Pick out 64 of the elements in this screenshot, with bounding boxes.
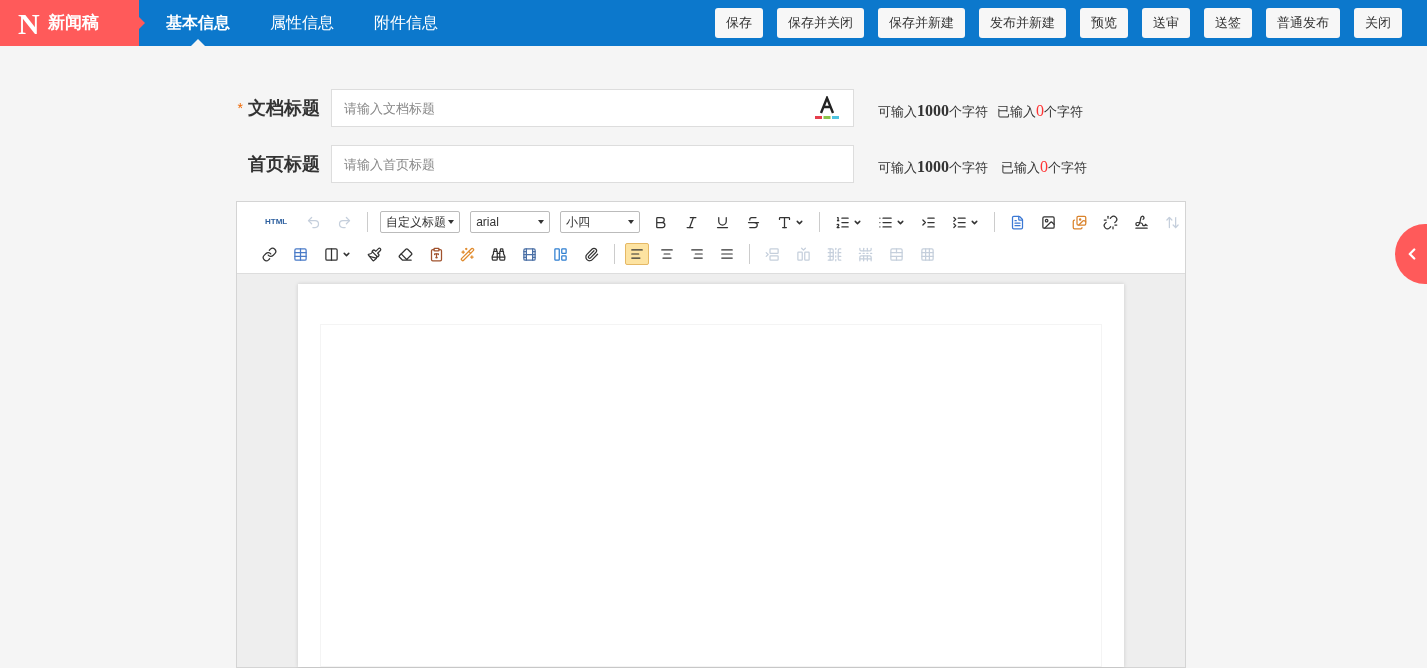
action-button[interactable]: 送签	[1204, 8, 1252, 38]
action-button[interactable]: 保存	[715, 8, 763, 38]
undo-icon	[306, 214, 322, 230]
link-icon	[262, 246, 277, 262]
title-input[interactable]: 请输入文档标题	[331, 89, 854, 127]
dropdown-select[interactable]: arial	[470, 211, 551, 233]
action-button[interactable]: 预览	[1080, 8, 1128, 38]
eraser-icon	[398, 246, 413, 262]
redo-icon	[337, 214, 353, 230]
gallery-icon	[1072, 214, 1087, 230]
char-count-hint: 已输入0个字符	[1001, 157, 1087, 177]
action-button[interactable]: 送审	[1142, 8, 1190, 38]
logo-letter: N	[18, 5, 40, 42]
caret-icon	[538, 220, 545, 224]
field-label: 文档标题	[248, 96, 320, 120]
action-button[interactable]: 普通发布	[1266, 8, 1340, 38]
unlink-icon	[1103, 214, 1118, 230]
caret-icon	[448, 220, 455, 224]
signature-icon	[1134, 214, 1149, 230]
binoculars-icon	[491, 246, 506, 262]
field-label: 首页标题	[248, 152, 320, 176]
image-icon	[1041, 214, 1056, 230]
ordered-list-icon	[835, 214, 850, 230]
letter-color-icon	[814, 96, 840, 120]
action-button[interactable]: 保存并关闭	[777, 8, 864, 38]
html-source-button[interactable]: HTML	[257, 210, 296, 234]
caret-icon	[628, 220, 635, 224]
align-center-icon	[660, 247, 674, 261]
format-painter-icon	[367, 246, 382, 262]
strikethrough-icon	[746, 214, 762, 230]
attachment-icon	[584, 246, 599, 262]
tab[interactable]: 基本信息	[166, 0, 230, 46]
page-icon	[1010, 214, 1025, 230]
align-right-icon	[690, 247, 704, 261]
insert-column-icon	[796, 246, 811, 262]
required-mark: *	[237, 98, 243, 118]
action-button[interactable]: 保存并新建	[878, 8, 965, 38]
app-title: 新闻稿	[47, 12, 99, 35]
magic-wand-icon	[460, 246, 475, 262]
film-icon	[522, 246, 537, 262]
font-color-picker[interactable]	[814, 96, 840, 120]
tab[interactable]: 属性信息	[270, 0, 334, 46]
char-limit-hint: 可输入1000个字符	[878, 101, 988, 121]
underline-icon	[715, 214, 731, 230]
template-icon	[553, 246, 568, 262]
char-count-hint: 已输入0个字符	[997, 101, 1083, 121]
bullet-list-icon	[878, 214, 893, 230]
action-button[interactable]: 关闭	[1354, 8, 1402, 38]
align-left-icon	[630, 247, 644, 261]
action-button[interactable]: 发布并新建	[979, 8, 1066, 38]
char-limit-hint: 可输入1000个字符	[878, 157, 988, 177]
font-color-icon	[777, 214, 793, 230]
indent-icon	[921, 214, 936, 230]
insert-row-icon	[765, 246, 780, 262]
paste-text-icon	[429, 246, 444, 262]
dropdown-select[interactable]: 小四	[560, 211, 641, 233]
grid-icon	[920, 246, 935, 262]
dropdown-select[interactable]: 自定义标题	[380, 211, 461, 233]
italic-icon	[684, 214, 700, 230]
align-button[interactable]	[625, 243, 649, 265]
table-icon	[293, 246, 308, 262]
align-justify-icon	[720, 247, 734, 261]
title-input[interactable]: 请输入首页标题	[331, 145, 854, 183]
tab[interactable]: 附件信息	[374, 0, 438, 46]
